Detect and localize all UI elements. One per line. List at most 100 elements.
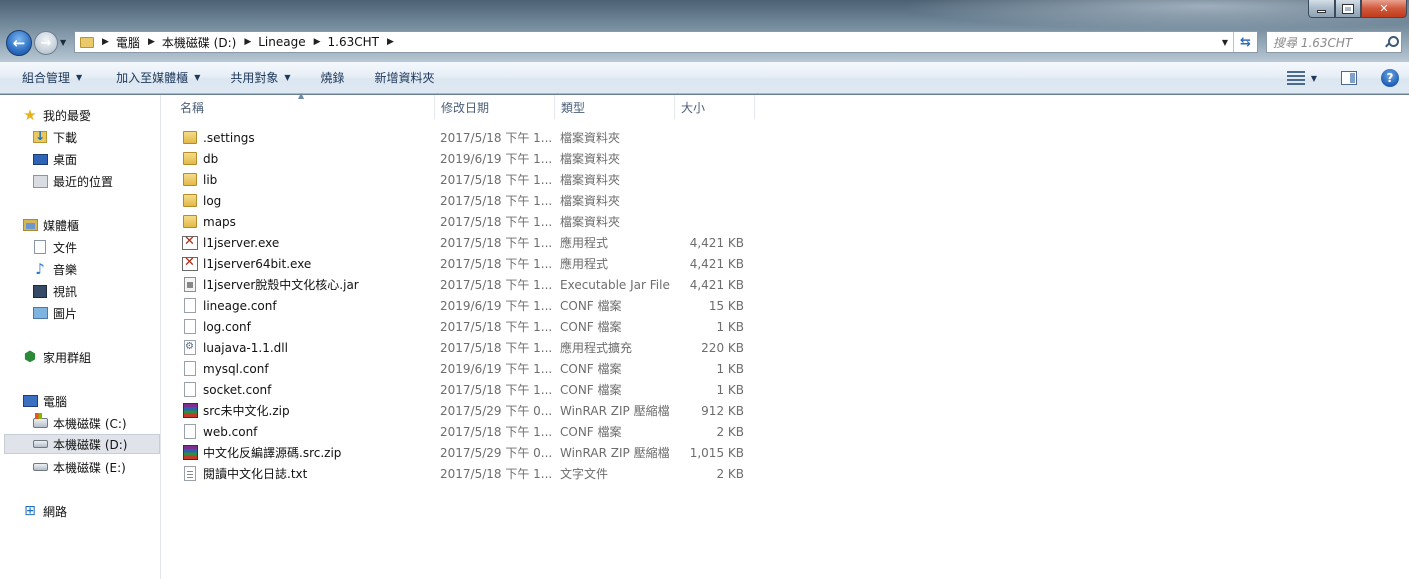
desktop-icon: [32, 151, 48, 167]
file-size: 15 KB: [708, 298, 744, 313]
computer-icon: [22, 393, 38, 409]
chevron-down-icon[interactable]: ▼: [1311, 74, 1317, 83]
nav-videos[interactable]: 視訊: [32, 281, 77, 301]
file-name-cell[interactable]: db: [178, 151, 434, 167]
file-row[interactable]: lineage.conf 2019/6/19 下午 1... CONF 檔案 15 K…: [178, 295, 746, 316]
minimize-button[interactable]: [1308, 0, 1335, 18]
nav-music[interactable]: ♪ 音樂: [32, 259, 77, 279]
file-name-cell[interactable]: luajava-1.1.dll: [178, 340, 434, 356]
nav-drive-c[interactable]: 本機磁碟 (C:): [32, 413, 127, 433]
file-date: 2017/5/18 下午 1...: [440, 467, 553, 481]
file-name-cell[interactable]: lib: [178, 172, 434, 188]
breadcrumb-chevron-icon[interactable]: ▶: [387, 37, 394, 47]
file-type: 應用程式擴充: [560, 341, 633, 355]
breadcrumb-chevron-icon[interactable]: ▶: [244, 37, 251, 47]
column-label: 名稱: [180, 100, 205, 115]
file-row[interactable]: db 2019/6/19 下午 1... 檔案資料夾: [178, 148, 746, 169]
nav-pictures[interactable]: 圖片: [32, 303, 77, 323]
new-folder-button[interactable]: 新增資料夾: [365, 62, 445, 93]
recent-pages-dropdown[interactable]: ▼: [60, 38, 66, 47]
preview-pane-icon[interactable]: [1341, 71, 1357, 85]
file-name-cell[interactable]: l1jserver脫殼中文化核心.jar: [178, 276, 434, 293]
file-row[interactable]: web.conf 2017/5/18 下午 1... CONF 檔案 2 KB: [178, 421, 746, 442]
breadcrumb-lineage[interactable]: Lineage: [258, 35, 305, 49]
view-details-icon[interactable]: [1286, 71, 1305, 85]
file-name-cell[interactable]: mysql.conf: [178, 361, 434, 377]
breadcrumb-chevron-icon[interactable]: ▶: [314, 37, 321, 47]
nav-network[interactable]: ⊞ 網路: [22, 501, 67, 521]
refresh-button[interactable]: ⇆: [1233, 32, 1257, 52]
file-name-cell[interactable]: maps: [178, 214, 434, 230]
file-name-cell[interactable]: l1jserver.exe: [178, 234, 434, 251]
nav-drive-d[interactable]: 本機磁碟 (D:): [4, 434, 160, 454]
address-bar[interactable]: ▶ 電腦 ▶ 本機磁碟 (D:) ▶ Lineage ▶ 1.63CHT ▶ ▼…: [74, 31, 1258, 53]
include-in-library-menu[interactable]: 加入至媒體櫃 ▼: [106, 62, 210, 93]
file-row[interactable]: socket.conf 2017/5/18 下午 1... CONF 檔案 1 KB: [178, 379, 746, 400]
search-box[interactable]: 搜尋 1.63CHT: [1266, 31, 1402, 53]
file-row[interactable]: mysql.conf 2019/6/19 下午 1... CONF 檔案 1 KB: [178, 358, 746, 379]
file-name-cell[interactable]: log: [178, 193, 434, 209]
text-file-icon: [182, 466, 198, 482]
burn-button[interactable]: 燒錄: [311, 62, 355, 93]
forward-button[interactable]: →: [34, 31, 58, 55]
winrar-archive-icon: [182, 445, 198, 461]
back-button[interactable]: ←: [6, 30, 32, 56]
file-row[interactable]: 中文化反編譯源碼.src.zip 2017/5/29 下午 0... WinRAR …: [178, 442, 746, 463]
nav-recent-places[interactable]: 最近的位置: [32, 171, 113, 191]
file-name-cell[interactable]: web.conf: [178, 424, 434, 440]
file-row[interactable]: 閱讀中文化日誌.txt 2017/5/18 下午 1... 文字文件 2 KB: [178, 463, 746, 484]
column-header-size[interactable]: 大小: [675, 95, 755, 119]
file-row[interactable]: .settings 2017/5/18 下午 1... 檔案資料夾: [178, 127, 746, 148]
file-name-cell[interactable]: .settings: [178, 130, 434, 146]
organize-label: 組合管理: [22, 71, 71, 85]
column-header-type[interactable]: 類型: [555, 95, 675, 119]
videos-icon: [32, 283, 48, 299]
nav-favorites[interactable]: ★ 我的最愛: [22, 105, 91, 125]
column-header-date[interactable]: 修改日期: [435, 95, 555, 119]
breadcrumb-current-folder[interactable]: 1.63CHT: [328, 35, 379, 49]
file-row[interactable]: lib 2017/5/18 下午 1... 檔案資料夾: [178, 169, 746, 190]
file-row[interactable]: l1jserver.exe 2017/5/18 下午 1... 應用程式 4,421 …: [178, 232, 746, 253]
close-button[interactable]: ✕: [1361, 0, 1407, 18]
nav-desktop[interactable]: 桌面: [32, 149, 77, 169]
breadcrumb-chevron-icon[interactable]: ▶: [148, 37, 155, 47]
address-history-dropdown[interactable]: ▼: [1217, 38, 1233, 47]
nav-documents[interactable]: 文件: [32, 237, 77, 257]
maximize-button[interactable]: [1335, 0, 1361, 18]
file-date: 2017/5/18 下午 1...: [440, 131, 553, 145]
breadcrumb-drive-d[interactable]: 本機磁碟 (D:): [162, 34, 236, 51]
search-icon[interactable]: [1385, 36, 1399, 48]
file-date: 2017/5/18 下午 1...: [440, 320, 553, 334]
folder-icon: [182, 151, 198, 167]
column-header-name[interactable]: ▲ 名稱: [174, 91, 435, 119]
breadcrumb-chevron-icon[interactable]: ▶: [102, 37, 109, 47]
file-name-cell[interactable]: lineage.conf: [178, 298, 434, 314]
breadcrumb-computer[interactable]: 電腦: [116, 34, 140, 51]
help-icon[interactable]: ?: [1381, 69, 1399, 87]
file-date: 2017/5/18 下午 1...: [440, 278, 553, 292]
nav-drive-e[interactable]: 本機磁碟 (E:): [32, 457, 126, 477]
search-input[interactable]: 搜尋 1.63CHT: [1273, 34, 1352, 51]
nav-homegroup[interactable]: ⬢ 家用群組: [22, 347, 91, 367]
file-size: 912 KB: [701, 403, 744, 418]
file-row[interactable]: l1jserver脫殼中文化核心.jar 2017/5/18 下午 1... Exe…: [178, 274, 746, 295]
file-name-cell[interactable]: l1jserver64bit.exe: [178, 255, 434, 272]
file-name-cell[interactable]: socket.conf: [178, 382, 434, 398]
share-with-menu[interactable]: 共用對象 ▼: [220, 62, 300, 93]
nav-libraries[interactable]: 媒體櫃: [22, 215, 79, 235]
nav-downloads[interactable]: 下載: [32, 127, 77, 147]
file-name-cell[interactable]: log.conf: [178, 319, 434, 335]
file-name-cell[interactable]: 中文化反編譯源碼.src.zip: [178, 444, 434, 461]
file-name-cell[interactable]: 閱讀中文化日誌.txt: [178, 465, 434, 482]
folder-icon: [182, 214, 198, 230]
nav-computer[interactable]: 電腦: [22, 391, 67, 411]
organize-menu[interactable]: 組合管理 ▼: [12, 62, 92, 93]
file-row[interactable]: log.conf 2017/5/18 下午 1... CONF 檔案 1 KB: [178, 316, 746, 337]
file-row[interactable]: luajava-1.1.dll 2017/5/18 下午 1... 應用程式擴充 22…: [178, 337, 746, 358]
file-row[interactable]: maps 2017/5/18 下午 1... 檔案資料夾: [178, 211, 746, 232]
file-size: 4,421 KB: [689, 256, 744, 271]
file-row[interactable]: l1jserver64bit.exe 2017/5/18 下午 1... 應用程式 4…: [178, 253, 746, 274]
file-row[interactable]: src未中文化.zip 2017/5/29 下午 0... WinRAR ZIP 壓…: [178, 400, 746, 421]
file-row[interactable]: log 2017/5/18 下午 1... 檔案資料夾: [178, 190, 746, 211]
file-name-cell[interactable]: src未中文化.zip: [178, 402, 434, 419]
